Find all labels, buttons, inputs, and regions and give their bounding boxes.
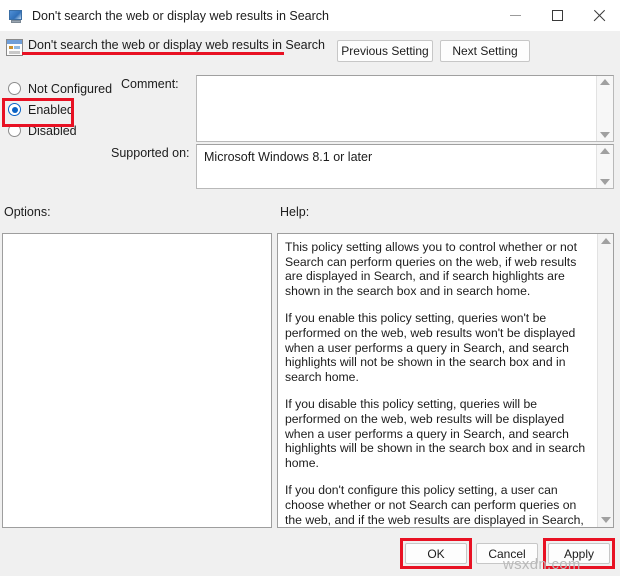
scroll-up-icon[interactable] [600, 148, 610, 154]
supported-on-scrollbar[interactable] [596, 145, 613, 188]
window-controls [494, 0, 620, 31]
help-text: This policy setting allows you to contro… [278, 234, 597, 527]
minimize-icon [509, 15, 521, 16]
radio-icon [8, 124, 21, 137]
close-button[interactable] [578, 0, 620, 31]
options-content [3, 234, 271, 527]
scroll-up-icon[interactable] [600, 79, 610, 85]
ok-button[interactable]: OK [405, 543, 467, 564]
supported-on-field: Microsoft Windows 8.1 or later [196, 144, 614, 189]
header-title-underline-annotation [22, 52, 284, 55]
radio-disabled[interactable]: Disabled [0, 120, 190, 141]
comment-field[interactable] [196, 75, 614, 142]
comment-value[interactable] [197, 76, 596, 141]
window-title: Don't search the web or display web resu… [32, 8, 329, 23]
radio-label: Enabled [28, 102, 74, 117]
radio-label: Not Configured [28, 81, 113, 96]
help-label: Help: [280, 205, 310, 219]
help-paragraph: If you enable this policy setting, queri… [285, 311, 576, 384]
title-bar: Don't search the web or display web resu… [0, 0, 620, 31]
radio-enabled[interactable]: Enabled [0, 99, 190, 120]
radio-selected-icon [8, 103, 21, 116]
policy-window-icon [8, 8, 24, 24]
radio-icon [8, 82, 21, 95]
scroll-up-icon[interactable] [600, 238, 611, 244]
help-paragraph: If you disable this policy setting, quer… [285, 397, 586, 470]
scroll-down-icon[interactable] [600, 132, 610, 138]
previous-setting-button[interactable]: Previous Setting [337, 40, 433, 62]
page-title: Don't search the web or display web resu… [28, 38, 325, 52]
policy-setting-dialog: Don't search the web or display web resu… [0, 0, 620, 576]
comment-scrollbar[interactable] [596, 76, 613, 141]
scroll-down-icon[interactable] [600, 517, 611, 523]
apply-button[interactable]: Apply [548, 543, 610, 564]
comment-label: Comment: [121, 77, 179, 91]
help-paragraph: This policy setting allows you to contro… [285, 240, 577, 298]
radio-label: Disabled [28, 123, 77, 138]
cancel-button[interactable]: Cancel [476, 543, 538, 564]
policy-setting-icon [6, 39, 23, 56]
maximize-button[interactable] [536, 0, 578, 31]
maximize-icon [551, 10, 563, 21]
help-paragraph: If you don't configure this policy setti… [285, 483, 584, 527]
next-setting-button[interactable]: Next Setting [440, 40, 530, 62]
minimize-button[interactable] [494, 0, 536, 31]
supported-on-value: Microsoft Windows 8.1 or later [204, 150, 373, 164]
options-panel [2, 233, 272, 528]
close-icon [593, 9, 606, 22]
supported-on-label: Supported on: [111, 146, 190, 160]
help-panel: This policy setting allows you to contro… [277, 233, 614, 528]
help-scrollbar[interactable] [597, 234, 613, 527]
options-label: Options: [4, 205, 51, 219]
scroll-down-icon[interactable] [600, 179, 610, 185]
